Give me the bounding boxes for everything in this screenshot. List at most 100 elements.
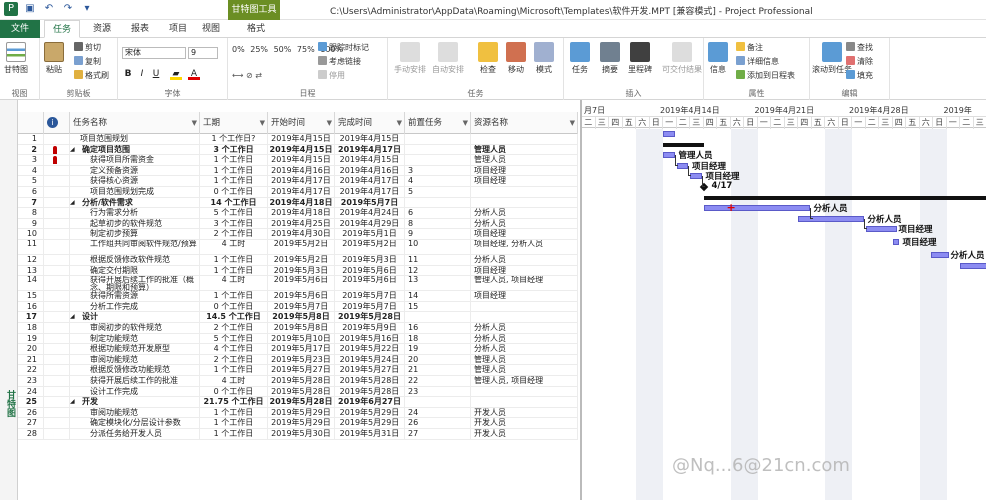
col-predecessors-header[interactable]: 前置任务 ▼ <box>405 112 471 134</box>
col-duration-header[interactable]: 工期 ▼ <box>200 112 268 134</box>
table-row[interactable]: 16 分析工作完成 0 个工作日 2019年5月7日 2019年5月7日 15 <box>18 301 578 313</box>
save-icon[interactable]: ▣ <box>23 2 37 16</box>
pct-75-button[interactable]: 75% <box>297 45 315 54</box>
col-finish-header[interactable]: 完成时间 ▼ <box>335 112 405 134</box>
table-row[interactable]: 28 分派任务给开发人员 1 个工作日 2019年5月30日 2019年5月31日 27 开… <box>18 429 578 440</box>
insert-deliverable-button[interactable]: 可交付结果 <box>662 42 702 75</box>
add-timeline-button[interactable]: 添加到日程表 <box>736 70 795 81</box>
tab-resource[interactable]: 资源 <box>84 20 120 38</box>
undo-icon[interactable]: ↶ <box>42 2 56 16</box>
dropdown-arrow-icon[interactable]: ▼ <box>463 112 468 134</box>
table-row[interactable]: 25 开发 21.75 个工作日 2019年5月28日 2019年6月27日 ◢ <box>18 397 578 408</box>
table-row[interactable]: 15 获得所需资源 1 个工作日 2019年5月6日 2019年5月7日 14 项目经理 <box>18 291 578 302</box>
respect-links-button[interactable]: 考虑链接 <box>318 56 361 67</box>
table-row[interactable]: 9 起草初步的软件规范 3 个工作日 2019年4月25日 2019年4月29日 8 分析人… <box>18 218 578 230</box>
tab-task[interactable]: 任务 <box>44 20 80 38</box>
inspect-button[interactable]: 检查 <box>478 42 498 75</box>
table-row[interactable]: 19 制定功能规范 5 个工作日 2019年5月10日 2019年5月16日 18 分析人员 <box>18 333 578 345</box>
format-painter-button[interactable]: 格式刷 <box>74 70 109 81</box>
table-row[interactable]: 3 获得项目所需资金 1 个工作日 2019年4月15日 2019年4月15日 管理人员 <box>18 155 578 166</box>
table-row[interactable]: 5 获得核心资源 1 个工作日 2019年4月17日 2019年4月17日 4 项目经理 <box>18 176 578 187</box>
tab-format[interactable]: 格式 <box>238 20 274 38</box>
table-row[interactable]: 2 确定项目范围 3 个工作日 2019年4月15日 2019年4月17日 管理人员 ◢ <box>18 144 578 156</box>
table-row[interactable]: 6 项目范围规划完成 0 个工作日 2019年4月17日 2019年4月17日 5 <box>18 187 578 198</box>
cell-dur: 14 个工作日 <box>200 197 268 209</box>
collapse-triangle-icon[interactable]: ◢ <box>70 145 75 156</box>
gantt-chart[interactable]: 月7日 2019年4月14日 2019年4月21日 2019年4月28日 2019年 二… <box>580 100 986 500</box>
dropdown-arrow-icon[interactable]: ▼ <box>192 112 197 134</box>
track-mark-button[interactable]: 跟踪时标记 <box>318 42 369 53</box>
manual-label: 手动安排 <box>394 65 426 74</box>
table-row[interactable]: 10 制定初步预算 2 个工作日 2019年4月30日 2019年5月1日 9 项目经理 <box>18 229 578 240</box>
italic-button[interactable]: I <box>136 68 148 80</box>
tab-project[interactable]: 项目 <box>160 20 196 38</box>
paste-button[interactable]: 粘贴 <box>44 42 64 75</box>
cell-id: 21 <box>18 354 44 366</box>
copy-button[interactable]: 复制 <box>74 56 101 67</box>
font-family-select[interactable]: 宋体 <box>122 47 186 59</box>
table-row[interactable]: 18 审阅初步的软件规范 2 个工作日 2019年5月8日 2019年5月9日 16 分析人… <box>18 323 578 334</box>
table-row[interactable]: 14 获得开展后续工作的批准（概念、期限和预算） 4 工时 2019年5月6日 2019… <box>18 276 578 292</box>
pct-0-button[interactable]: 0% <box>232 45 245 54</box>
table-row[interactable]: 17 设计 14.5 个工作日 2019年5月8日 2019年5月28日 ◢ <box>18 312 578 323</box>
dropdown-arrow-icon[interactable]: ▼ <box>397 112 402 134</box>
insert-milestone-button[interactable]: 里程碑 <box>628 42 652 75</box>
table-row[interactable]: 26 审阅功能规范 1 个工作日 2019年5月29日 2019年5月29日 24 开发人员 <box>18 407 578 419</box>
table-row[interactable]: 4 定义预备资源 1 个工作日 2019年4月16日 2019年4月16日 3 项目经理 <box>18 165 578 177</box>
tab-view[interactable]: 视图 <box>196 20 226 38</box>
table-row[interactable]: 20 根据功能规范开发原型 4 个工作日 2019年5月17日 2019年5月22日 19… <box>18 344 578 355</box>
col-resources-header[interactable]: 资源名称 ▼ <box>471 112 578 134</box>
insert-task-button[interactable]: 任务 <box>570 42 590 75</box>
dropdown-arrow-icon[interactable]: ▼ <box>327 112 332 134</box>
clear-button[interactable]: 清除 <box>846 56 873 67</box>
table-row[interactable]: 7 分析/软件需求 14 个工作日 2019年4月18日 2019年5月7日 ◢ <box>18 197 578 209</box>
table-row[interactable]: 11 工作组共同审阅软件规范/预算 4 工时 2019年5月2日 2019年5月2日 10… <box>18 240 578 255</box>
col-start-header[interactable]: 开始时间 ▼ <box>268 112 335 134</box>
font-color-icon[interactable]: A <box>188 68 200 80</box>
table-row[interactable]: 13 确定交付期限 1 个工作日 2019年5月3日 2019年5月6日 12 项目经理 <box>18 265 578 277</box>
info-button[interactable]: 信息 <box>708 42 728 75</box>
col-task-name-header[interactable]: 任务名称 ▼ <box>70 112 200 134</box>
table-row[interactable]: 1 项目范围规划 1 个工作日? 2019年4月15日 2019年4月15日 <box>18 134 578 145</box>
table-row[interactable]: 24 设计工作完成 0 个工作日 2019年5月28日 2019年5月28日 23 <box>18 386 578 398</box>
move-button[interactable]: 移动 <box>506 42 526 75</box>
insert-summary-button[interactable]: 摘要 <box>600 42 620 75</box>
details-button[interactable]: 详细信息 <box>736 56 779 67</box>
dropdown-arrow-icon[interactable]: ▼ <box>260 112 265 134</box>
table-row[interactable]: 8 行为需求分析 5 个工作日 2019年4月18日 2019年4月24日 6 分析人员 <box>18 208 578 219</box>
notes-button[interactable]: 备注 <box>736 42 763 53</box>
table-row[interactable]: 23 获得开展后续工作的批准 4 工时 2019年5月28日 2019年5月28日 22 管… <box>18 376 578 387</box>
view-bar[interactable]: 甘特图 <box>0 100 18 500</box>
inactivate-button[interactable]: 停用 <box>318 70 345 81</box>
cell-pred: 18 <box>405 333 471 345</box>
tab-report[interactable]: 报表 <box>122 20 158 38</box>
cut-button[interactable]: 剪切 <box>74 42 101 53</box>
manual-schedule-button[interactable]: 手动安排 <box>394 42 426 75</box>
highlight-color-icon[interactable]: ▰ <box>170 68 182 80</box>
pct-25-button[interactable]: 25% <box>250 45 268 54</box>
collapse-triangle-icon[interactable]: ◢ <box>70 198 75 209</box>
bold-button[interactable]: B <box>122 68 134 80</box>
table-row[interactable]: 12 根据反馈修改软件规范 1 个工作日 2019年5月2日 2019年5月3日 11 分析… <box>18 255 578 266</box>
underline-button[interactable]: U <box>150 68 162 80</box>
mode-button[interactable]: 模式 <box>534 42 554 75</box>
customize-qat-icon[interactable]: ▾ <box>80 2 94 16</box>
font-size-select[interactable]: 9 <box>188 47 218 59</box>
table-row[interactable]: 27 确定模块化/分层设计参数 1 个工作日 2019年5月29日 2019年5月29日… <box>18 418 578 429</box>
dropdown-arrow-icon[interactable]: ▼ <box>570 112 575 134</box>
link-tools-icon[interactable]: ⟷ ⊘ ⇄ <box>232 70 262 81</box>
collapse-triangle-icon[interactable]: ◢ <box>70 397 75 408</box>
pct-50-button[interactable]: 50% <box>274 45 292 54</box>
gantt-chart-button[interactable]: 甘特图 <box>4 42 28 75</box>
auto-schedule-button[interactable]: 自动安排 <box>432 42 464 75</box>
find-button[interactable]: 查找 <box>846 42 873 53</box>
collapse-triangle-icon[interactable]: ◢ <box>70 312 75 323</box>
table-row[interactable]: 21 审阅功能规范 2 个工作日 2019年5月23日 2019年5月24日 20 管理人员 <box>18 354 578 366</box>
cell-res: 分析人员 <box>471 333 578 345</box>
fill-button[interactable]: 填充 <box>846 70 873 81</box>
cell-id: 11 <box>18 240 44 255</box>
tab-file[interactable]: 文件 <box>0 20 40 38</box>
table-row[interactable]: 22 根据反馈修改功能规范 1 个工作日 2019年5月27日 2019年5月27日 21… <box>18 365 578 376</box>
redo-icon[interactable]: ↷ <box>61 2 75 16</box>
cell-res: 项目经理 <box>471 165 578 177</box>
